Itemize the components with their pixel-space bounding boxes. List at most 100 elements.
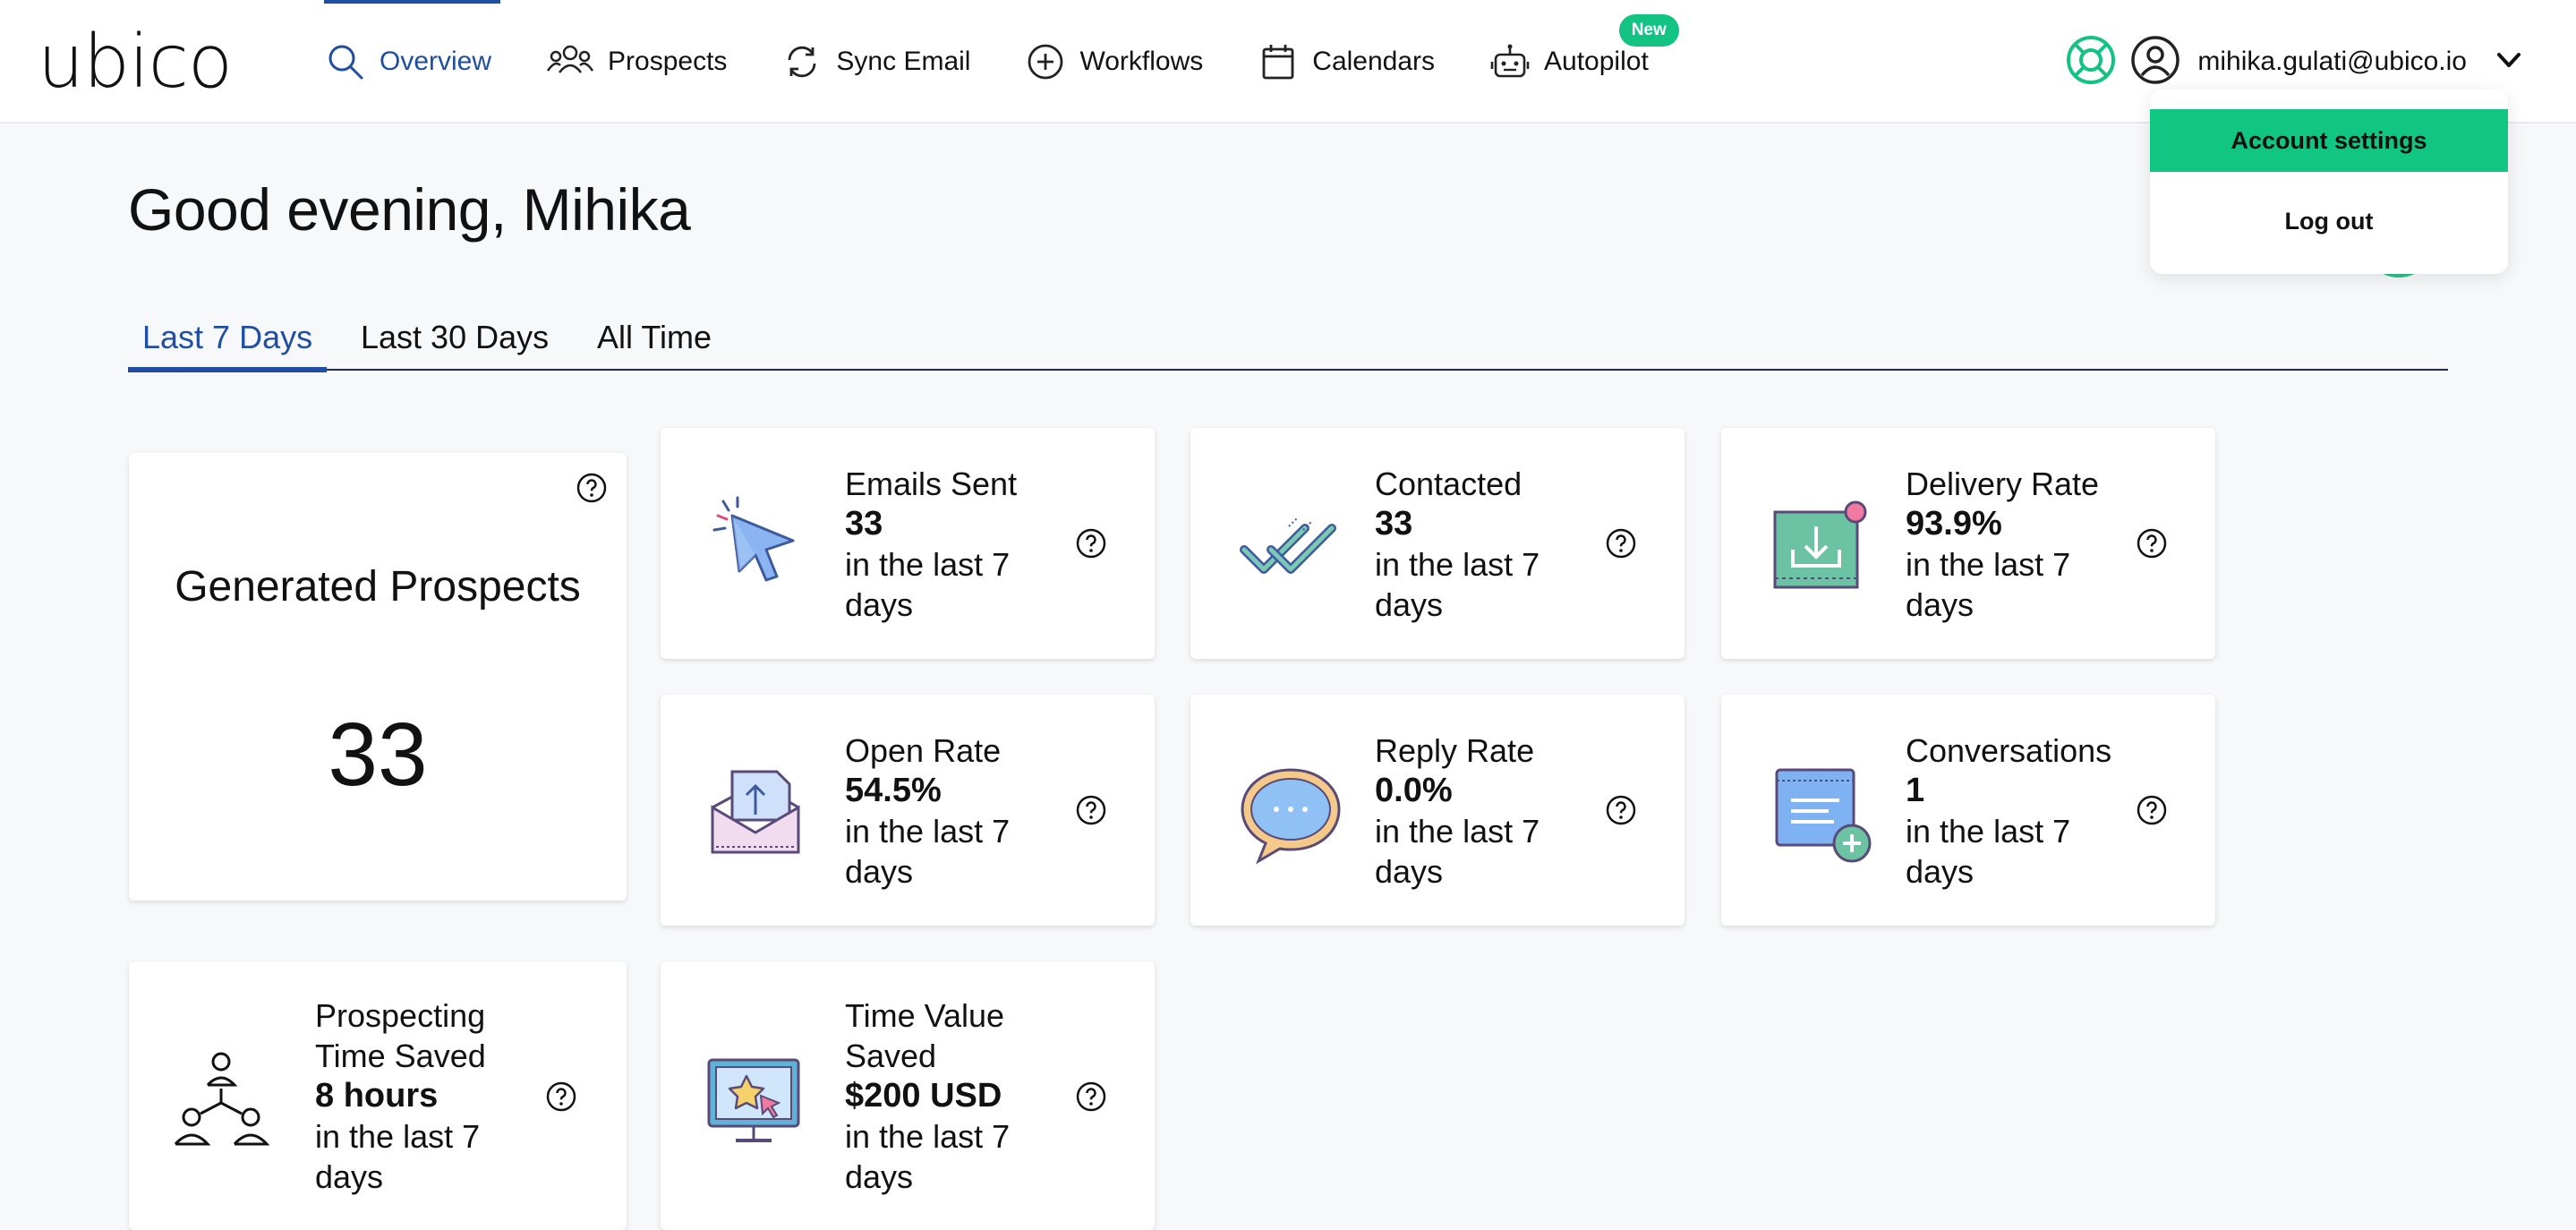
generated-prospects-card: Generated Prospects 33	[129, 453, 627, 901]
prospecting-time-saved-period-days: days	[315, 1158, 384, 1195]
user-email[interactable]: mihika.gulati@ubico.io	[2197, 47, 2467, 77]
help-icon[interactable]	[1076, 795, 1106, 825]
open-rate-period: in the last 7	[845, 813, 1011, 850]
open-rate-title: Open Rate	[845, 732, 1002, 769]
delivery-rate-value: 93.9%	[1906, 505, 2002, 542]
reply-rate-period: in the last 7	[1375, 813, 1540, 850]
sync-icon	[789, 46, 816, 78]
open-envelope-icon	[711, 770, 800, 854]
help-icon[interactable]	[1606, 795, 1636, 825]
nav-overview[interactable]: Overview	[323, 0, 501, 124]
time-value-saved-text: Time Value Saved $200 USD in the last 7 …	[845, 995, 1010, 1197]
log-out-menu-item[interactable]: Log out	[2150, 190, 2508, 252]
reply-rate-text: Reply Rate 0.0% in the last 7 days	[1375, 730, 1540, 892]
reply-rate-card: Reply Rate 0.0% in the last 7 days	[1190, 695, 1685, 926]
prospecting-time-saved-value: 8 hours	[315, 1077, 439, 1115]
account-dropdown-menu: Account settings Log out	[2150, 90, 2508, 274]
contacted-period: in the last 7	[1375, 546, 1540, 583]
download-inbox-icon	[1773, 500, 1867, 589]
emails-sent-card: Emails Sent 33 in the last 7 days	[661, 428, 1155, 659]
conversations-value: 1	[1906, 772, 1925, 809]
calendar-icon	[1262, 45, 1294, 80]
contacted-value: 33	[1375, 505, 1413, 542]
help-icon[interactable]	[2137, 795, 2167, 825]
prospecting-time-saved-text: Prospecting Time Saved 8 hours in the la…	[315, 995, 486, 1197]
help-icon[interactable]	[1606, 528, 1636, 559]
emails-sent-text: Emails Sent 33 in the last 7 days	[845, 464, 1017, 625]
page-greeting: Good evening, Mihika	[128, 176, 691, 243]
time-value-saved-card: Time Value Saved $200 USD in the last 7 …	[661, 961, 1155, 1230]
account-settings-menu-item[interactable]: Account settings	[2150, 109, 2508, 172]
open-rate-period-days: days	[845, 853, 914, 890]
nav-autopilot[interactable]: Autopilot New	[1490, 0, 1679, 124]
chevron-down-icon[interactable]	[2494, 45, 2524, 80]
ubico-logo[interactable]: ubico	[38, 20, 233, 105]
conversations-title: Conversations	[1906, 732, 2112, 769]
help-icon[interactable]	[546, 1081, 576, 1112]
cursor-click-icon	[712, 496, 795, 582]
delivery-rate-text: Delivery Rate 93.9% in the last 7 days	[1906, 464, 2099, 625]
nav-prospects-label: Prospects	[608, 47, 728, 76]
prospecting-time-saved-period: in the last 7	[315, 1118, 481, 1155]
emails-sent-value: 33	[845, 505, 883, 542]
help-icon[interactable]	[1076, 1081, 1106, 1112]
time-value-saved-value: $200 USD	[845, 1077, 1002, 1115]
time-value-saved-title-line1: Time Value	[845, 997, 1005, 1034]
nav-calendars[interactable]: Calendars	[1258, 0, 1435, 124]
contacted-card: Contacted 33 in the last 7 days	[1190, 428, 1685, 659]
support-lifebuoy-icon[interactable]	[2065, 34, 2117, 90]
emails-sent-title: Emails Sent	[845, 466, 1018, 502]
conversations-text: Conversations 1 in the last 7 days	[1906, 730, 2111, 892]
generated-prospects-value: 33	[328, 705, 428, 805]
user-avatar-icon[interactable]	[2117, 34, 2181, 90]
generated-prospects-title: Generated Prospects	[175, 563, 581, 611]
time-value-saved-title-line2: Saved	[845, 1038, 937, 1074]
nav-workflows[interactable]: Workflows	[1026, 0, 1203, 124]
contacted-title: Contacted	[1375, 466, 1523, 502]
nav-calendars-label: Calendars	[1312, 47, 1436, 76]
tab-last-7-days[interactable]: Last 7 Days	[127, 319, 328, 372]
open-rate-value: 54.5%	[845, 772, 942, 809]
period-tabs: Last 7 Days Last 30 Days All Time	[127, 310, 2448, 372]
time-value-saved-period: in the last 7	[845, 1118, 1011, 1155]
open-rate-text: Open Rate 54.5% in the last 7 days	[845, 730, 1010, 892]
search-icon	[328, 45, 363, 80]
delivery-rate-period: in the last 7	[1906, 546, 2071, 583]
people-icon	[547, 45, 594, 73]
nav-overview-label: Overview	[380, 47, 492, 76]
nav-sync-email[interactable]: Sync Email	[782, 0, 970, 124]
delivery-rate-period-days: days	[1906, 586, 1975, 623]
contacted-text: Contacted 33 in the last 7 days	[1375, 464, 1540, 625]
prospecting-time-saved-title-line2: Time Saved	[315, 1038, 486, 1074]
delivery-rate-title: Delivery Rate	[1906, 466, 2100, 502]
contacted-period-days: days	[1375, 586, 1444, 623]
conversations-period: in the last 7	[1906, 813, 2071, 850]
tab-all-time[interactable]: All Time	[597, 319, 712, 369]
nav-autopilot-label: Autopilot	[1544, 47, 1649, 76]
speech-bubble-icon	[1241, 768, 1341, 865]
nav-sync-email-label: Sync Email	[836, 47, 971, 76]
people-network-icon	[174, 1052, 270, 1146]
conversations-period-days: days	[1906, 853, 1975, 890]
open-rate-card: Open Rate 54.5% in the last 7 days	[661, 695, 1155, 926]
robot-icon	[1490, 44, 1530, 78]
nav-prospects[interactable]: Prospects	[547, 0, 727, 124]
prospecting-time-saved-title-line1: Prospecting	[315, 997, 486, 1034]
conversations-card: Conversations 1 in the last 7 days	[1721, 695, 2215, 926]
plus-circle-icon	[1028, 44, 1063, 80]
help-icon[interactable]	[1076, 528, 1106, 559]
new-badge: New	[1618, 14, 1679, 47]
prospecting-time-saved-card: Prospecting Time Saved 8 hours in the la…	[129, 961, 627, 1230]
reply-rate-period-days: days	[1375, 853, 1444, 890]
emails-sent-period-days: days	[845, 586, 914, 623]
help-icon[interactable]	[576, 473, 607, 503]
reply-rate-value: 0.0%	[1375, 772, 1453, 809]
time-value-saved-period-days: days	[845, 1158, 914, 1195]
double-check-icon	[1240, 517, 1336, 574]
help-icon[interactable]	[2137, 528, 2167, 559]
main-nav: Overview Prospects Sync Email Workflows …	[323, 0, 1704, 124]
reply-rate-title: Reply Rate	[1375, 732, 1535, 769]
monitor-star-icon	[707, 1058, 800, 1142]
tab-last-30-days[interactable]: Last 30 Days	[361, 319, 549, 369]
nav-workflows-label: Workflows	[1079, 47, 1204, 76]
